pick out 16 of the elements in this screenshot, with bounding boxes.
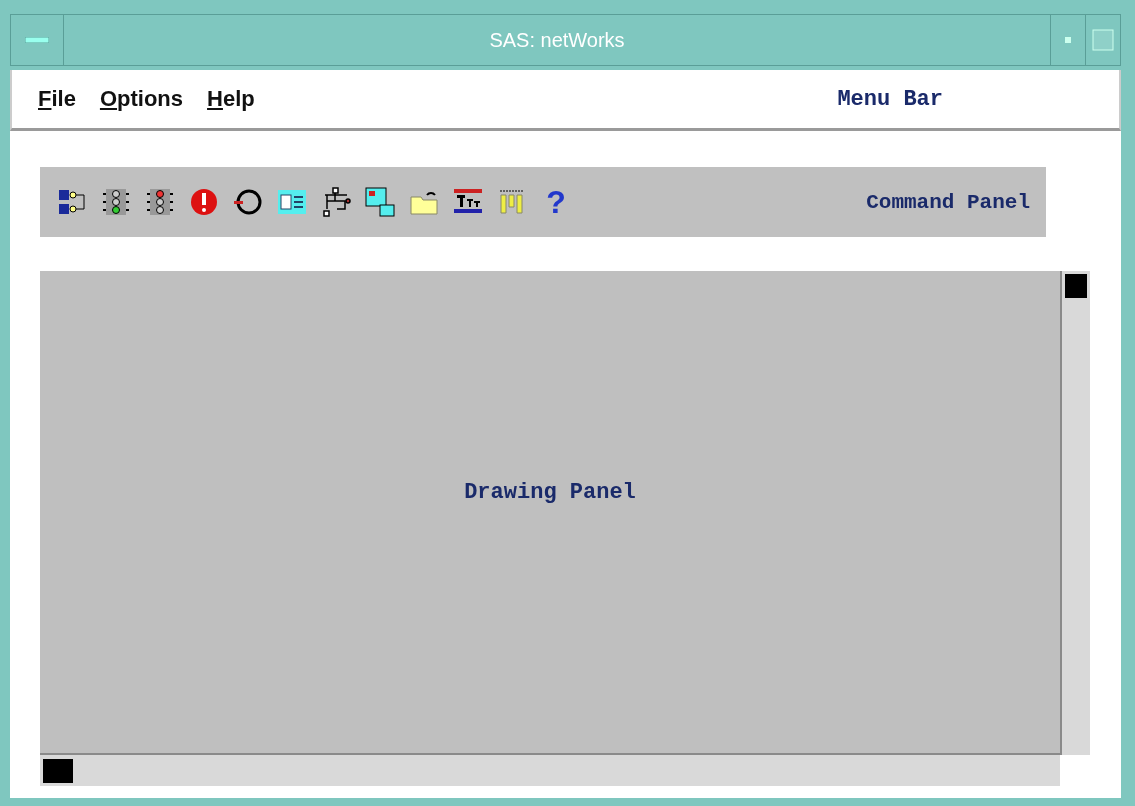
menu-item[interactable]: File	[38, 86, 76, 112]
dash-icon	[25, 37, 49, 43]
command-panel-caption: Command Panel	[866, 190, 1030, 214]
help-button[interactable]: ?	[538, 184, 574, 220]
scroll-thumb[interactable]	[43, 758, 73, 783]
monitor-icon	[363, 185, 397, 219]
menu-item[interactable]: Help	[207, 86, 255, 112]
monitor-button[interactable]	[362, 184, 398, 220]
scroll-thumb[interactable]	[1065, 274, 1087, 298]
menu-item[interactable]: Options	[99, 86, 184, 112]
window-title: SAS: netWorks	[488, 28, 626, 52]
square-icon	[1092, 29, 1114, 51]
vertical-scrollbar[interactable]	[1060, 271, 1090, 755]
menu-bar-caption: Menu Bar	[837, 86, 943, 112]
horizontal-scrollbar[interactable]	[40, 755, 1060, 786]
drawing-panel-caption: Drawing Panel	[464, 479, 636, 505]
